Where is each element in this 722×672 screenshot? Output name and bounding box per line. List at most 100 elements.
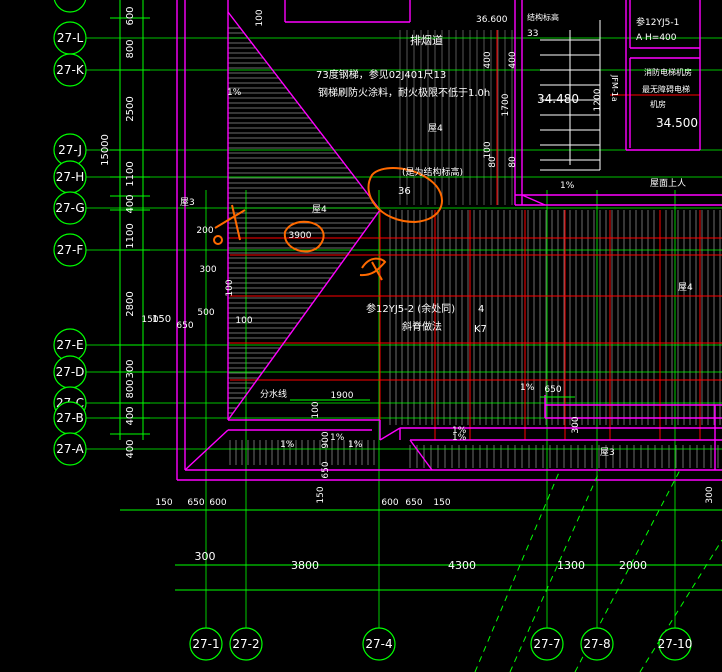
label-roof-access: 屋面上人: [650, 178, 686, 189]
label-elev-34500: 34.500: [656, 116, 698, 130]
axis-label: 27-F: [57, 243, 84, 257]
axis-bubble-27-K: 27-K: [53, 53, 87, 87]
dimension-text: 650: [176, 321, 193, 331]
axis-label: 27-E: [56, 338, 83, 352]
dimension-text: 1700: [501, 93, 511, 116]
dimension-text: 2000: [619, 559, 647, 572]
axis-bubble-27-G: 27-G: [53, 191, 87, 225]
dimension-text: 650: [405, 498, 422, 508]
label-gutter: 斜脊做法: [402, 320, 442, 333]
label-note-2: 钢梯刷防火涂料，耐火极限不低于1.0h: [318, 86, 490, 99]
dimension-text: 100: [225, 279, 235, 296]
label-ref-k7: K7: [474, 324, 487, 335]
axis-label: 27-K: [56, 63, 85, 77]
dimension-text: 500: [197, 308, 214, 318]
label-ref-4: 4: [478, 304, 484, 315]
dimension-text: 300: [125, 359, 136, 378]
dimension-text: 400: [125, 406, 136, 425]
axis-bubble-27-D: 27-D: [53, 355, 87, 389]
dimension-text: 80: [488, 156, 498, 168]
axis-bubble-27-2: 27-2: [229, 627, 263, 661]
label-box-2a: 消防电梯机房: [644, 67, 692, 77]
dimension-text: 2800: [125, 291, 136, 316]
axis-label: 27-4: [365, 637, 392, 651]
dimension-text: 100: [483, 141, 493, 158]
axis-label: 27-L: [57, 31, 84, 45]
label-36: 36: [398, 186, 411, 197]
dimension-text: 1200: [593, 88, 603, 111]
axis-label: 27-A: [56, 442, 84, 456]
label-roof-r4: 屋4: [312, 204, 327, 215]
label-slope: 1%: [330, 433, 345, 443]
dimension-text: 100: [255, 9, 265, 26]
axis-bubble-27-A: 27-A: [53, 432, 87, 466]
label-slope: 1%: [560, 181, 575, 191]
axis-label: 27-7: [533, 637, 560, 651]
dimension-text: 4300: [448, 559, 476, 572]
label-roof-r3: 屋3: [180, 197, 195, 208]
dimension-text: 600: [381, 498, 398, 508]
dimension-text: 150: [141, 315, 158, 325]
dimension-text: 300: [571, 416, 581, 433]
dimension-text: 1300: [557, 559, 585, 572]
label-slope: 1%: [227, 88, 242, 98]
dimension-text: 80: [508, 156, 518, 168]
axis-label: 27-10: [658, 637, 693, 651]
label-33: 33: [527, 29, 538, 39]
dimension-text: 650: [544, 385, 561, 395]
dimension-text: 3800: [291, 559, 319, 572]
label-box-1a: 参12YJ5-1: [636, 16, 679, 28]
dimension-text: 400: [125, 194, 136, 213]
label-water-divide: 分水线: [260, 388, 287, 400]
axis-bubble-27-F: 27-F: [53, 233, 87, 267]
axis-bubble-27-8: 27-8: [580, 627, 614, 661]
axis-bubble-27-4: 27-4: [362, 627, 396, 661]
axis-label: 27-J: [58, 143, 82, 157]
axis-label: 27-2: [232, 637, 259, 651]
axis-label: 27-B: [56, 411, 83, 425]
label-box-1b: A H=400: [636, 33, 677, 43]
dimension-text: 800: [125, 39, 136, 58]
axis-label: 27-8: [583, 637, 610, 651]
dimension-text: 300: [195, 550, 216, 563]
dimension-text: 1900: [331, 391, 354, 401]
label-note-1: 73度钢梯，参见02J401尺13: [316, 68, 446, 81]
dimension-text: 3900: [289, 231, 312, 241]
label-box-2b: 最无障碍电梯: [642, 84, 690, 94]
dimension-text: 1100: [125, 161, 136, 186]
axis-bubble-27-H: 27-H: [53, 160, 87, 194]
axis-label: 27-D: [56, 365, 85, 379]
dimension-text: 300: [199, 265, 216, 275]
dimension-text: 800: [125, 379, 136, 398]
label-elev-36600: 36.600: [476, 15, 508, 25]
dimension-text: 600: [125, 6, 136, 25]
dimension-text: 650: [321, 461, 331, 478]
dimension-text: 400: [508, 51, 518, 68]
cad-drawing-canvas: 6008002500110040011002800300800400400150…: [0, 0, 722, 672]
label-slope: 1%: [280, 440, 295, 450]
axis-bubble-27-B: 27-B: [53, 401, 87, 435]
label-roof-r4: 屋4: [678, 282, 693, 293]
label-roof-r3: 屋3: [600, 447, 615, 458]
dimension-text: 400: [483, 51, 493, 68]
label-slope: 1%: [520, 383, 535, 393]
axis-bubble-27-L: 27-L: [53, 21, 87, 55]
dimension-text: 300: [705, 486, 715, 503]
label-box-2c: 机房: [650, 99, 666, 109]
dimension-text: 150: [155, 498, 172, 508]
label-slope: 1%: [348, 440, 363, 450]
dimension-text: 200: [196, 226, 213, 236]
label-struct-note: (是为结构标高): [402, 166, 463, 178]
axis-bubble-27-1: 27-1: [189, 627, 223, 661]
dimension-text: 650: [187, 498, 204, 508]
label-jfm: JFM-1a: [610, 74, 619, 102]
dimension-text: 150: [433, 498, 450, 508]
axis-label: 27-1: [192, 637, 219, 651]
label-smoke-duct: 排烟道: [410, 33, 443, 47]
label-equip: 结构标高: [527, 12, 559, 22]
dimension-text: 100: [235, 316, 252, 326]
label-elev-34480: 34.480: [537, 92, 579, 106]
axis-label: 27-H: [56, 170, 85, 184]
dimension-text: 150: [316, 486, 326, 503]
dimension-text: 100: [311, 401, 321, 418]
